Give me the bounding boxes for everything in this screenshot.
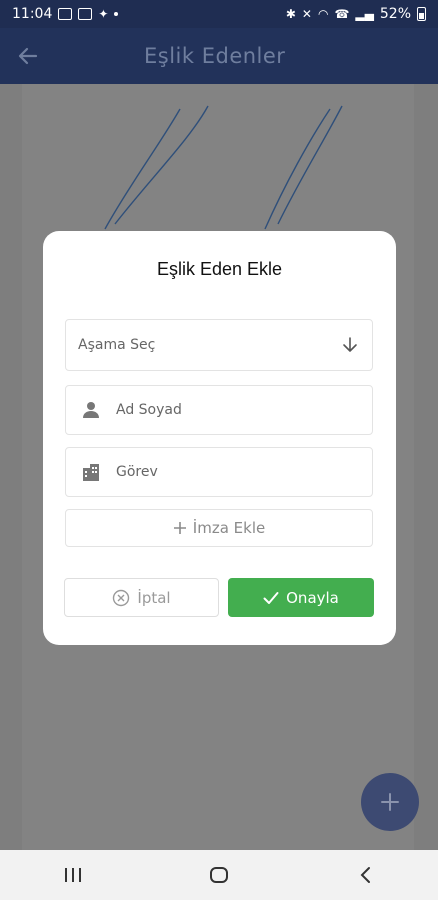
add-signature-button[interactable]: İmza Ekle: [65, 509, 373, 547]
building-icon: [80, 461, 102, 483]
back-arrow-icon[interactable]: [0, 28, 56, 84]
stage-select[interactable]: Aşama Seç: [65, 319, 373, 371]
youtube-icon: [78, 8, 93, 20]
battery-icon: [417, 7, 426, 21]
call-icon: ☎: [334, 7, 350, 21]
check-icon: [263, 591, 279, 604]
wifi-icon: ◠: [317, 7, 329, 21]
signal-icon: ▂▄: [355, 7, 374, 21]
cancel-circle-icon: [113, 589, 130, 606]
plus-icon: [173, 522, 186, 534]
home-icon[interactable]: [189, 850, 249, 900]
status-bar: 11:04 ✦ ✱ ✕ ◠ ☎ ▂▄ 52%: [0, 0, 438, 28]
name-field[interactable]: Ad Soyad: [65, 385, 373, 435]
cancel-label: İptal: [137, 588, 171, 607]
battery-percent: 52%: [379, 6, 411, 22]
add-signature-label: İmza Ekle: [192, 519, 266, 537]
role-placeholder: Görev: [116, 464, 158, 480]
bluetooth-icon: ✱: [285, 7, 296, 21]
arrow-down-icon: [342, 337, 358, 353]
image-icon: [58, 8, 73, 20]
page-title: Eşlik Edenler: [144, 44, 286, 68]
recent-apps-icon[interactable]: [43, 850, 103, 900]
role-field[interactable]: Görev: [65, 447, 373, 497]
confirm-button[interactable]: Onayla: [228, 578, 374, 617]
mute-icon: ✕: [301, 7, 312, 21]
add-companion-dialog: Eşlik Eden Ekle Aşama Seç Ad Soyad Görev…: [43, 231, 396, 645]
add-fab-button[interactable]: [361, 773, 419, 831]
dot-icon: [114, 12, 119, 16]
status-time: 11:04: [12, 6, 53, 22]
confirm-label: Onayla: [286, 588, 339, 607]
nav-back-icon[interactable]: [335, 850, 395, 900]
name-placeholder: Ad Soyad: [116, 402, 182, 418]
app-bar: Eşlik Edenler: [0, 28, 438, 84]
twitter-icon: ✦: [98, 7, 109, 21]
system-nav-bar: [0, 850, 438, 900]
plus-icon: [381, 793, 399, 811]
cancel-button[interactable]: İptal: [64, 578, 219, 617]
person-icon: [80, 399, 102, 421]
stage-select-value: Aşama Seç: [78, 337, 156, 353]
dialog-title: Eşlik Eden Ekle: [156, 259, 283, 279]
